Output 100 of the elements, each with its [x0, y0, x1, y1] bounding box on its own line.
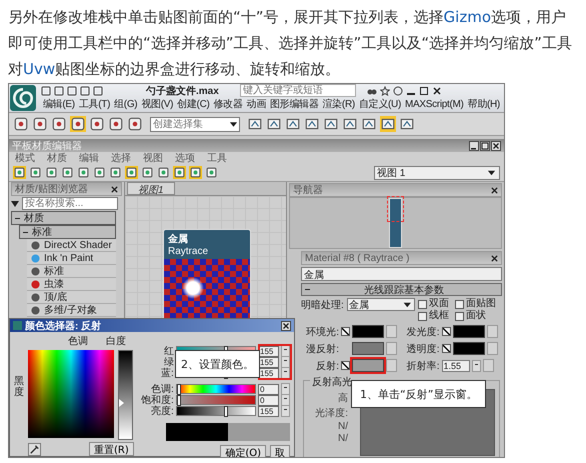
number-field[interactable]: 1.55 — [442, 360, 470, 372]
shading-dropdown[interactable]: 金属 — [346, 298, 415, 311]
dialog-title: 颜色选择器: 反射 — [25, 320, 102, 332]
checkbox[interactable] — [341, 327, 350, 336]
checkbox[interactable] — [442, 344, 450, 353]
menu-item[interactable]: 选择 — [111, 151, 131, 165]
menu-item[interactable]: 帮助(H) — [468, 97, 500, 111]
menu-item[interactable]: 图形编辑器 — [270, 97, 319, 111]
field-label: 色调: — [150, 383, 174, 395]
field-label: N/ — [338, 421, 348, 432]
field-label: 蓝: — [160, 366, 174, 380]
menu-item[interactable]: 动画 — [246, 97, 266, 111]
axis-label: 白度 — [106, 334, 126, 348]
callout-tooltip: 2、设置颜色。 — [175, 350, 260, 378]
close-icon[interactable] — [281, 320, 291, 330]
selection-set-dropdown[interactable]: 创建选择集 — [150, 116, 240, 132]
menu-item[interactable]: 自定义(U) — [358, 97, 401, 111]
rollout-header[interactable]: 光线跟踪基本参数 — [301, 283, 502, 296]
menu-item[interactable]: 渲染(R) — [322, 97, 355, 111]
menu-item[interactable]: 组(G) — [114, 97, 138, 111]
color-slider[interactable] — [176, 406, 256, 416]
reset-button[interactable]: 重置(R) — [89, 442, 134, 456]
field-label: 透明度: — [406, 342, 440, 356]
field-label: 环境光: — [305, 326, 339, 338]
number-field[interactable]: 155 — [258, 406, 279, 416]
menu-item[interactable]: MAXScript(M) — [404, 98, 464, 110]
spinner-arrows-icon[interactable] — [472, 360, 480, 372]
view-dropdown[interactable]: 视图 1 — [374, 166, 500, 180]
number-field[interactable]: 0 — [258, 394, 279, 406]
field-label: 亮度: — [150, 404, 174, 418]
cancel-button[interactable]: 取 — [270, 445, 290, 457]
view-frame[interactable] — [387, 196, 404, 222]
slider-thumb[interactable] — [224, 406, 228, 417]
search-field[interactable]: 按名称搜索... — [22, 197, 118, 210]
slider-marker-icon[interactable] — [119, 398, 124, 407]
color-slider[interactable] — [176, 384, 256, 394]
close-icon[interactable] — [491, 141, 501, 151]
axis-label: 黑度 — [14, 375, 24, 400]
menu-item[interactable]: 视图(V) — [141, 97, 174, 111]
menu-item[interactable]: 编辑 — [79, 151, 99, 165]
field-label: 红 — [162, 345, 174, 357]
menu-item[interactable]: 修改器 — [214, 97, 243, 111]
star-icon[interactable] — [380, 86, 390, 96]
checkbox[interactable] — [341, 361, 350, 370]
panel-title: 导航器 — [293, 184, 323, 197]
slider-thumb[interactable] — [176, 395, 181, 406]
callout-tooltip: 1、单击“反射”显示窗。 — [351, 380, 486, 408]
menu-item[interactable]: 视图 — [143, 151, 163, 165]
window-title: 平板材质编辑器 — [12, 140, 82, 152]
close-icon[interactable] — [491, 254, 498, 262]
color-swatch[interactable] — [452, 325, 484, 338]
field-label: 折射率: — [406, 360, 440, 372]
spinner-arrows-icon[interactable] — [281, 383, 290, 395]
material-name-field[interactable]: 金属 — [301, 267, 502, 281]
menu-item[interactable]: 工具(T) — [78, 97, 110, 111]
number-field[interactable]: 0 — [258, 384, 279, 394]
category-header[interactable]: 标准 — [19, 225, 116, 239]
help-icon[interactable] — [392, 86, 403, 96]
spinner-arrows-icon[interactable] — [281, 405, 290, 417]
dropdown-arrow-icon[interactable] — [11, 200, 19, 206]
option-checkbox[interactable]: 面状 — [454, 310, 496, 322]
navigator-thumbnail[interactable] — [389, 198, 402, 248]
app-logo-icon — [13, 321, 22, 330]
panel-title: 材质/贴图浏览器 — [15, 182, 88, 196]
maximize-icon[interactable] — [480, 141, 490, 151]
menu-item[interactable]: 创建(C) — [177, 97, 210, 111]
spinner-arrows-icon[interactable] — [281, 356, 290, 368]
hue-blackness-field[interactable] — [28, 350, 114, 438]
close-icon[interactable] — [491, 186, 498, 194]
spinner-arrows-icon[interactable] — [281, 367, 290, 379]
color-swatch[interactable] — [452, 342, 484, 355]
menu-item[interactable]: 材质 — [47, 151, 67, 165]
whiteness-slider[interactable] — [118, 350, 133, 440]
minimize-icon[interactable] — [469, 141, 479, 151]
color-swatch[interactable] — [352, 342, 384, 355]
menu-item[interactable]: 工具 — [207, 151, 227, 165]
color-swatch[interactable] — [352, 359, 384, 372]
app-logo-icon[interactable] — [10, 85, 36, 111]
field-label: 饱和度: — [140, 394, 174, 406]
view-tab[interactable]: 视图1 — [127, 182, 175, 195]
field-label: 发光度: — [406, 326, 440, 338]
article-paragraph: 另外在修改堆栈中单击贴图前面的“十”号，展开其下拉列表，选择Gizmo选项，用户即可使用工具栏中的“选择并移动”工具、选择并旋转”工具以及“选择并均匀缩放”工具对Uvw贴图坐标的边界盒进行移动、旋转和缩放。 — [7, 7, 573, 80]
category-header[interactable]: 材质 — [11, 211, 116, 225]
close-icon[interactable] — [432, 86, 442, 96]
checkbox[interactable] — [442, 327, 450, 336]
option-checkbox[interactable]: 面贴图 — [454, 298, 496, 310]
color-swatch[interactable] — [352, 325, 384, 338]
menu-item[interactable]: 选项 — [175, 151, 195, 165]
node-title: 金属 — [168, 232, 189, 246]
menu-item[interactable]: 模式 — [15, 151, 35, 165]
maximize-icon[interactable] — [418, 86, 429, 96]
slider-thumb[interactable] — [176, 384, 181, 395]
field-label: N/ — [338, 433, 348, 444]
menu-item[interactable]: 编辑(E) — [43, 97, 75, 111]
spinner-arrows-icon[interactable] — [281, 394, 290, 406]
option-checkbox[interactable]: 双面 — [418, 298, 449, 310]
close-icon[interactable] — [111, 186, 118, 192]
axis-label: 色调 — [68, 335, 88, 348]
option-checkbox[interactable]: 线框 — [418, 310, 449, 322]
color-slider[interactable] — [176, 395, 256, 405]
